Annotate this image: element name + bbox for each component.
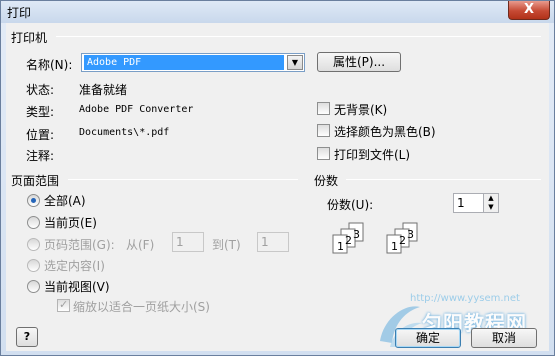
page-range-group-label: 页面范围 bbox=[11, 174, 60, 188]
collate-illustration: 1 2 3 1 2 3 bbox=[332, 222, 418, 254]
range-all-radio[interactable] bbox=[27, 194, 40, 207]
type-label: 类型: bbox=[26, 105, 55, 119]
radio-selected-dot bbox=[31, 198, 36, 203]
range-to-label: 到(T) bbox=[212, 238, 241, 252]
range-selection-label[interactable]: 选定内容(I) bbox=[44, 257, 105, 274]
comment-label: 注释: bbox=[26, 149, 55, 163]
printer-name-select[interactable]: Adobe PDF ▼ bbox=[81, 53, 305, 72]
range-all-label[interactable]: 全部(A) bbox=[44, 192, 86, 209]
page-range-group-divider bbox=[68, 179, 298, 180]
window-title: 打印 bbox=[7, 6, 32, 20]
printer-group-divider bbox=[56, 36, 541, 37]
checkmark-icon: ✓ bbox=[59, 298, 69, 311]
range-to-input[interactable]: 1 bbox=[257, 232, 289, 252]
copies-spinner[interactable]: ▲ ▼ bbox=[483, 193, 499, 213]
range-current-page-label[interactable]: 当前页(E) bbox=[44, 214, 97, 231]
range-current-view-radio[interactable] bbox=[27, 280, 40, 293]
copies-group-label: 份数 bbox=[314, 174, 339, 188]
printer-name-value: Adobe PDF bbox=[84, 55, 284, 70]
dialog-body: 打印机 名称(N): Adobe PDF ▼ 属性(P)... 状态: 准备就绪… bbox=[6, 23, 549, 351]
collate-left-page-1: 1 bbox=[337, 240, 344, 253]
status-label: 状态: bbox=[26, 83, 55, 97]
black-selection-label[interactable]: 选择颜色为黑色(B) bbox=[334, 123, 436, 140]
fit-page-checkbox[interactable]: ✓ bbox=[57, 298, 70, 312]
range-from-input[interactable]: 1 bbox=[172, 232, 204, 252]
copies-group-divider bbox=[346, 179, 541, 180]
printer-group-label: 打印机 bbox=[11, 31, 48, 45]
collate-right-page-1: 1 bbox=[391, 240, 398, 253]
help-button[interactable]: ? bbox=[16, 327, 38, 347]
collate-right-page-2: 2 bbox=[399, 234, 406, 247]
range-current-page-radio[interactable] bbox=[27, 216, 40, 229]
collate-left-page-2: 2 bbox=[345, 234, 352, 247]
collate-stack-right: 1 2 3 bbox=[386, 222, 418, 254]
collate-stack-left: 1 2 3 bbox=[332, 222, 364, 254]
type-value: Adobe PDF Converter bbox=[79, 104, 194, 115]
copies-label: 份数(U): bbox=[327, 198, 374, 212]
close-button[interactable]: X bbox=[508, 1, 550, 20]
no-background-label[interactable]: 无背景(K) bbox=[334, 101, 387, 118]
properties-button[interactable]: 属性(P)... bbox=[317, 52, 401, 72]
copies-input[interactable]: 1 bbox=[453, 193, 485, 213]
status-value: 准备就绪 bbox=[79, 83, 128, 97]
location-label: 位置: bbox=[26, 128, 55, 142]
watermark-url: http://www.yysem.net bbox=[410, 293, 520, 304]
print-dialog: 打印 X 打印机 名称(N): Adobe PDF ▼ 属性(P)... 状态:… bbox=[0, 0, 555, 356]
location-value: Documents\*.pdf bbox=[79, 127, 170, 138]
chevron-down-icon[interactable]: ▼ bbox=[287, 55, 303, 70]
range-pages-radio[interactable] bbox=[27, 238, 40, 251]
spin-down-icon[interactable]: ▼ bbox=[484, 203, 498, 212]
ok-button[interactable]: 确定 bbox=[395, 328, 461, 348]
range-pages-label[interactable]: 页码范围(G): bbox=[44, 236, 115, 253]
fit-page-label[interactable]: 缩放以适合一页纸大小(S) bbox=[73, 298, 210, 315]
no-background-checkbox[interactable] bbox=[317, 102, 330, 115]
collate-right-page-3: 3 bbox=[407, 228, 414, 241]
title-bar[interactable]: 打印 X bbox=[1, 1, 554, 23]
range-from-label: 从(F) bbox=[126, 238, 155, 252]
printer-name-label: 名称(N): bbox=[26, 58, 73, 72]
spin-up-icon[interactable]: ▲ bbox=[484, 194, 498, 203]
black-selection-checkbox[interactable] bbox=[317, 124, 330, 137]
cancel-button[interactable]: 取消 bbox=[471, 328, 537, 348]
range-current-view-label[interactable]: 当前视图(V) bbox=[44, 278, 110, 295]
print-to-file-label[interactable]: 打印到文件(L) bbox=[334, 146, 410, 163]
range-selection-radio[interactable] bbox=[27, 259, 40, 272]
collate-left-page-3: 3 bbox=[353, 228, 360, 241]
print-to-file-checkbox[interactable] bbox=[317, 147, 330, 160]
